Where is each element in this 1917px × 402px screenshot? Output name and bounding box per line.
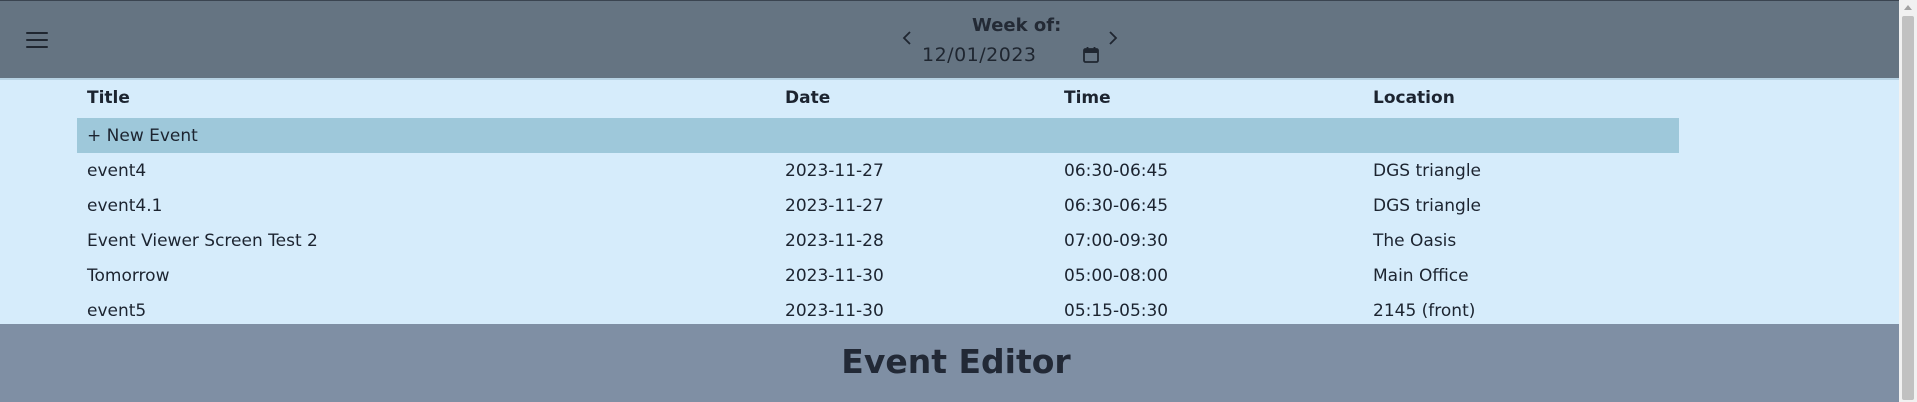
header-bar: Week of: 12/01/2023 [0, 1, 1899, 80]
chevron-right-icon[interactable] [1108, 29, 1118, 51]
event-time: 05:00-08:00 [1064, 266, 1169, 286]
table-row[interactable]: event4 2023-11-27 06:30-06:45 DGS triang… [77, 153, 1679, 188]
event-time: 05:15-05:30 [1064, 301, 1169, 321]
hamburger-line [26, 32, 48, 34]
week-date-input[interactable]: 12/01/2023 [922, 41, 1102, 69]
event-date: 2023-11-27 [785, 196, 884, 216]
event-time: 06:30-06:45 [1064, 196, 1169, 216]
calendar-icon[interactable] [1082, 46, 1100, 64]
week-label: Week of: [972, 15, 1062, 36]
event-location: Main Office [1373, 266, 1469, 286]
week-date-value: 12/01/2023 [922, 44, 1037, 66]
event-date: 2023-11-30 [785, 266, 884, 286]
event-title: Event Viewer Screen Test 2 [87, 231, 318, 251]
column-header-time: Time [1064, 88, 1111, 108]
new-event-label: + New Event [87, 126, 198, 146]
event-time: 06:30-06:45 [1064, 161, 1169, 181]
event-date: 2023-11-30 [785, 301, 884, 321]
event-date: 2023-11-28 [785, 231, 884, 251]
event-title: event4.1 [87, 196, 163, 216]
scroll-up-arrow-icon[interactable] [1904, 5, 1912, 10]
table-row[interactable]: Event Viewer Screen Test 2 2023-11-28 07… [77, 223, 1679, 258]
column-header-location: Location [1373, 88, 1455, 108]
event-location: DGS triangle [1373, 161, 1482, 181]
hamburger-line [26, 39, 48, 41]
event-editor-section: Event Editor [0, 324, 1899, 402]
table-row[interactable]: event4.1 2023-11-27 06:30-06:45 DGS tria… [77, 188, 1679, 223]
new-event-row[interactable]: + New Event [77, 118, 1679, 153]
vertical-scrollbar[interactable] [1899, 0, 1917, 402]
event-title: Tomorrow [87, 266, 170, 286]
table-row[interactable]: event5 2023-11-30 05:15-05:30 2145 (fron… [77, 293, 1679, 324]
table-row[interactable]: Tomorrow 2023-11-30 05:00-08:00 Main Off… [77, 258, 1679, 293]
hamburger-menu-icon[interactable] [26, 29, 48, 51]
event-title: event4 [87, 161, 147, 181]
hamburger-line [26, 46, 48, 48]
event-location: DGS triangle [1373, 196, 1482, 216]
column-header-date: Date [785, 88, 831, 108]
event-time: 07:00-09:30 [1064, 231, 1169, 251]
event-date: 2023-11-27 [785, 161, 884, 181]
table-header-row: Title Date Time Location [77, 80, 1679, 115]
column-header-title: Title [87, 88, 130, 108]
events-table: Title Date Time Location + New Event eve… [0, 80, 1899, 324]
event-location: 2145 (front) [1373, 301, 1476, 321]
chevron-left-icon[interactable] [902, 29, 912, 51]
app-frame: Week of: 12/01/2023 Title Date Time Loca… [0, 0, 1917, 402]
event-title: event5 [87, 301, 147, 321]
event-editor-title: Event Editor [841, 342, 1071, 381]
event-location: The Oasis [1373, 231, 1457, 251]
scroll-thumb[interactable] [1902, 16, 1914, 400]
